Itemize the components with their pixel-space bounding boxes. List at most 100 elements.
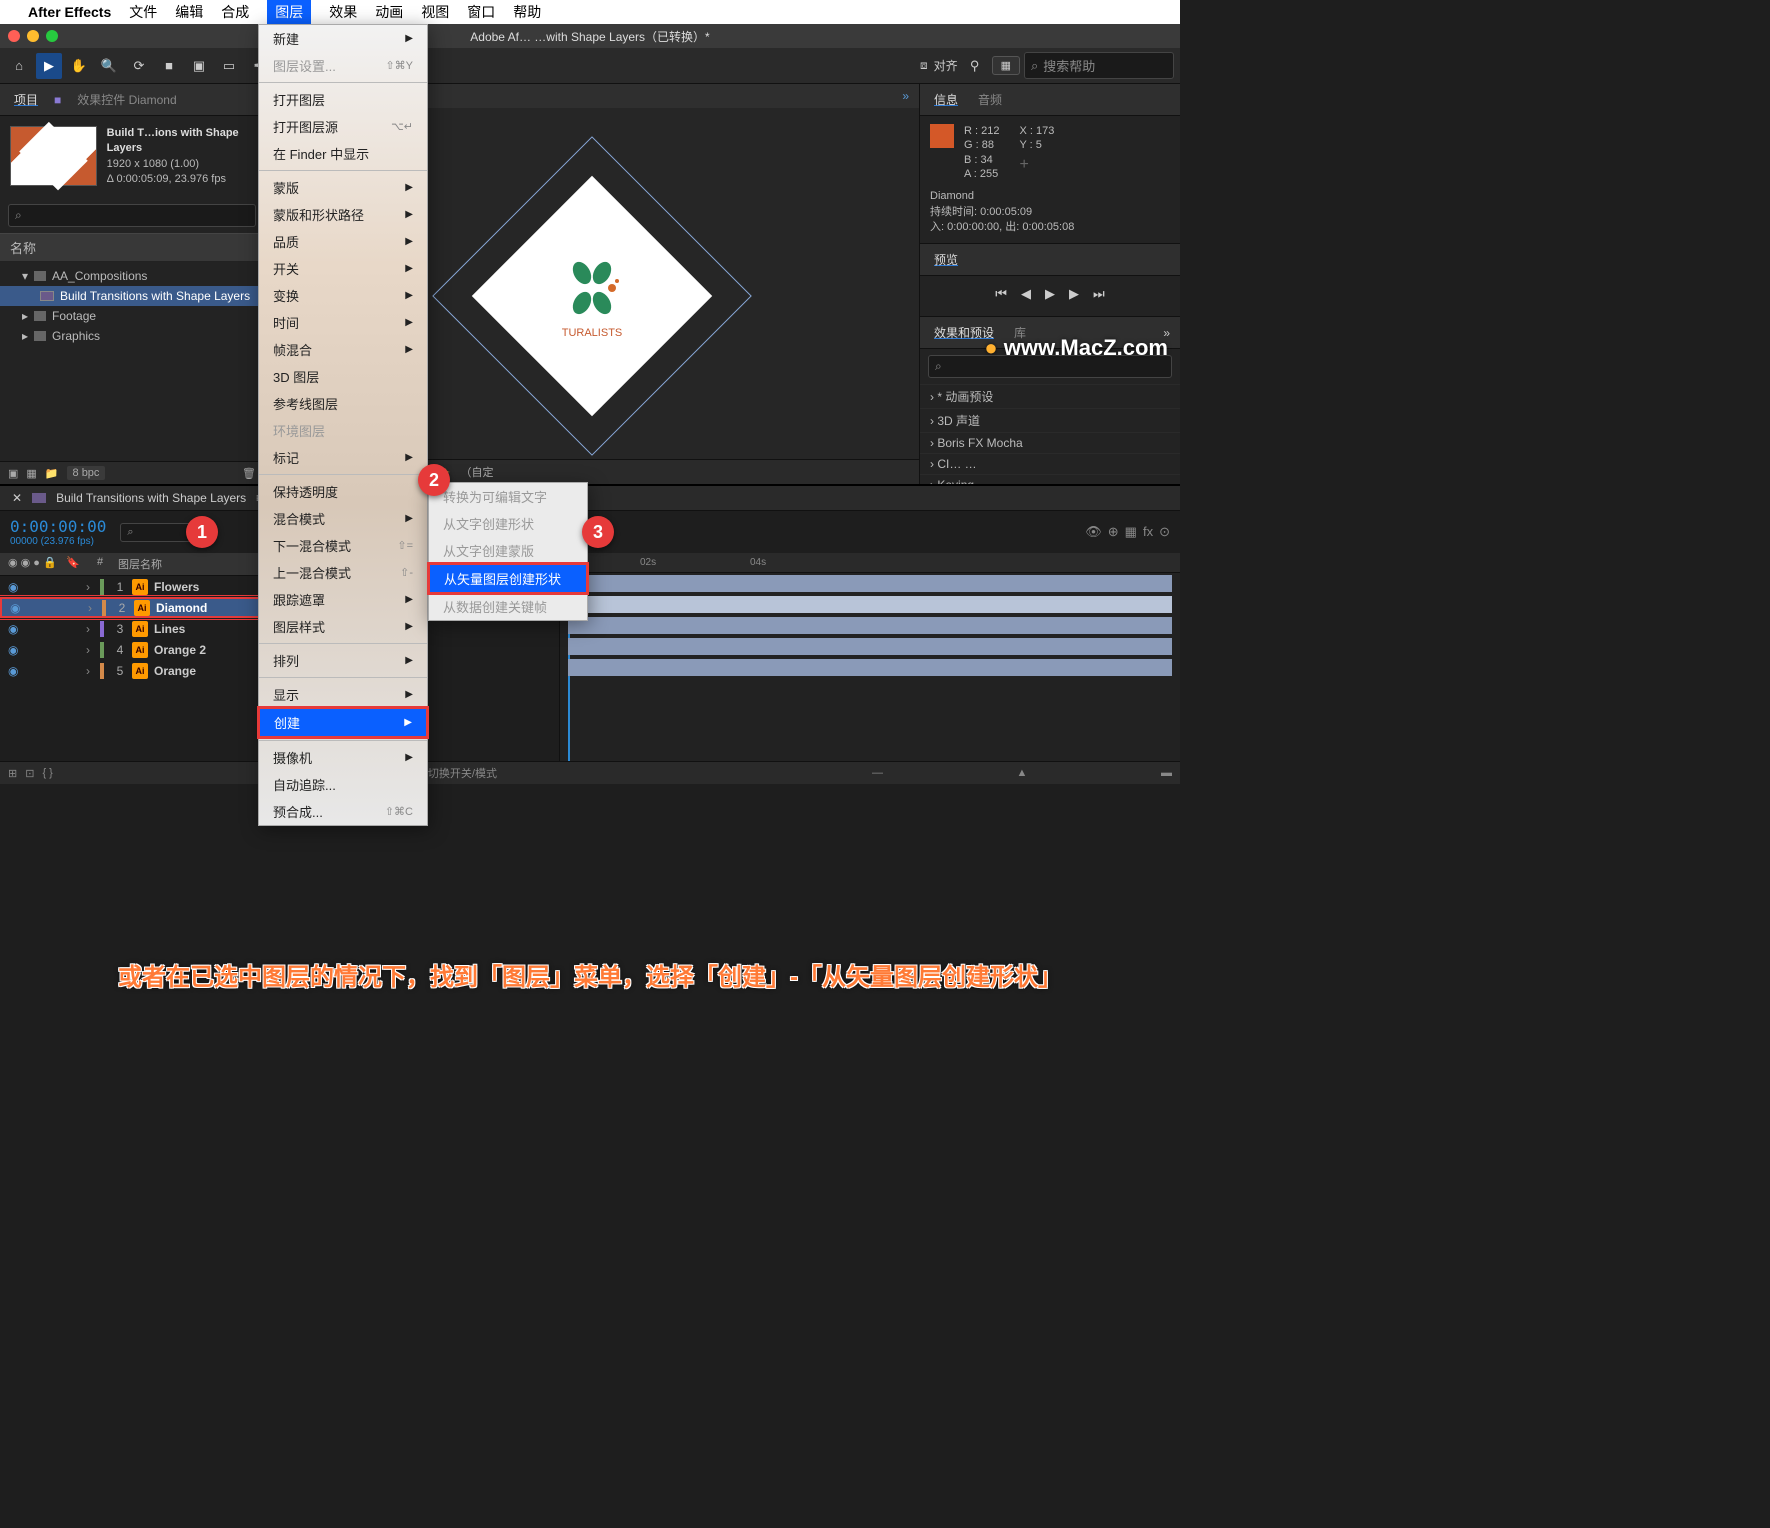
menu-item-preserve-transparency[interactable]: 保持透明度 [259,478,427,505]
menu-item-arrange[interactable]: 排列▶ [259,647,427,674]
menu-layer[interactable]: 图层 [267,0,311,25]
camera-tool[interactable]: ■ [156,53,182,79]
timeline-tracks[interactable]: 02s 04s [560,553,1180,761]
prev-frame-icon[interactable]: ◀ [1021,286,1031,302]
play-icon[interactable]: ▶ [1045,286,1055,302]
tab-info[interactable]: 信息 [930,89,962,110]
preset-item[interactable]: › 3D 声道 [920,408,1180,432]
new-comp-icon[interactable]: ▦ [26,467,36,480]
menu-item-open-source[interactable]: 打开图层源⌥↵ [259,113,427,140]
current-timecode[interactable]: 0:00:00:00 [10,517,106,536]
workspace-button[interactable]: ▦ [992,56,1020,75]
visibility-toggle[interactable]: ◉ [8,664,26,678]
menu-item-guide-layer[interactable]: 参考线图层 [259,390,427,417]
hand-tool[interactable]: ✋ [66,53,92,79]
toggle-brackets-icon[interactable]: { } [42,767,52,779]
minimize-button[interactable] [27,30,39,42]
layer-bar[interactable] [568,596,1172,613]
tab-audio[interactable]: 音频 [974,89,1006,110]
help-search[interactable]: ⌕ 搜索帮助 [1024,52,1174,79]
timeline-comp-name[interactable]: Build Transitions with Shape Layers [56,491,246,505]
menu-item-quality[interactable]: 品质▶ [259,228,427,255]
menu-item-frame-blend[interactable]: 帧混合▶ [259,336,427,363]
submenu-shapes-from-vector[interactable]: 从矢量图层创建形状 [428,563,588,594]
close-button[interactable] [8,30,20,42]
trash-icon[interactable]: 🗑 [242,467,256,480]
menu-item-track-matte[interactable]: 跟踪遮罩▶ [259,586,427,613]
quality-icon[interactable]: ▦ [1125,524,1137,540]
project-search[interactable]: ⌕ [8,204,256,227]
menu-item-mask-shape[interactable]: 蒙版和形状路径▶ [259,201,427,228]
zoom-tool[interactable]: 🔍 [96,53,122,79]
composition-thumbnail[interactable] [10,126,97,186]
menu-edit[interactable]: 编辑 [175,2,203,22]
first-frame-icon[interactable]: ⏮ [995,286,1007,302]
zoom-in-icon[interactable]: ▬ [1161,767,1172,779]
menu-item-camera[interactable]: 摄像机▶ [259,744,427,771]
menu-item-open-layer[interactable]: 打开图层 [259,86,427,113]
snap-icon[interactable]: ⧈ [920,58,928,73]
folder-compositions[interactable]: ▾ AA_Compositions [0,266,264,286]
menu-item-reveal[interactable]: 显示▶ [259,681,427,708]
tab-preview[interactable]: 预览 [930,249,962,270]
fx-icon[interactable]: fx [1143,524,1153,540]
folder-footage[interactable]: ▸ Footage [0,306,264,326]
graph-icon[interactable]: ⊙ [1159,524,1170,540]
home-icon[interactable]: ⌂ [6,53,32,79]
pan-behind-tool[interactable]: ▣ [186,53,212,79]
menu-item-autotrace[interactable]: 自动追踪... [259,771,427,798]
preset-item[interactable]: › * 动画预设 [920,384,1180,408]
new-bin-icon[interactable]: ▣ [8,467,18,480]
maximize-button[interactable] [46,30,58,42]
menu-item-mask[interactable]: 蒙版▶ [259,174,427,201]
last-frame-icon[interactable]: ⏭ [1093,286,1105,302]
shy-icon[interactable]: 👁 [1085,524,1102,540]
visibility-toggle[interactable]: ◉ [8,643,26,657]
toggle-switches-label[interactable]: 切换开关/模式 [61,765,864,781]
menu-item-create[interactable]: 创建▶ [258,707,428,738]
visibility-toggle[interactable]: ◉ [8,622,26,636]
zoom-out-icon[interactable]: — [872,767,883,779]
collapse-icon[interactable]: ⊕ [1108,524,1119,540]
tab-effect-controls[interactable]: 效果控件 Diamond [73,89,180,110]
menu-effect[interactable]: 效果 [329,2,357,22]
toggle-modes-icon[interactable]: ⊡ [25,767,34,780]
resolution-dropdown[interactable]: （自定 [460,464,493,480]
menu-item-precompose[interactable]: 预合成...⇧⌘C [259,798,427,825]
visibility-toggle[interactable]: ◉ [8,580,26,594]
menu-file[interactable]: 文件 [129,2,157,22]
layer-bar[interactable] [568,659,1172,676]
menu-item-switches[interactable]: 开关▶ [259,255,427,282]
search-tool-icon[interactable]: ⚲ [962,53,988,79]
menu-animation[interactable]: 动画 [375,2,403,22]
rect-tool[interactable]: ▭ [216,53,242,79]
close-tab-icon[interactable]: ✕ [12,491,22,505]
menu-item-time[interactable]: 时间▶ [259,309,427,336]
tab-project[interactable]: 项目 [10,89,42,110]
layer-bar[interactable] [568,638,1172,655]
preset-item[interactable]: › Boris FX Mocha [920,432,1180,453]
visibility-toggle[interactable]: ◉ [10,601,28,615]
menu-item-blend-mode[interactable]: 混合模式▶ [259,505,427,532]
menu-view[interactable]: 视图 [421,2,449,22]
toggle-switches-icon[interactable]: ⊞ [8,767,17,780]
composition-item[interactable]: Build Transitions with Shape Layers [0,286,264,306]
zoom-slider[interactable]: ▲ [1017,767,1028,779]
preset-item[interactable]: › CI… … [920,453,1180,474]
menu-item-transform[interactable]: 变换▶ [259,282,427,309]
align-label[interactable]: 对齐 [934,57,958,74]
menu-item-layer-styles[interactable]: 图层样式▶ [259,613,427,640]
selection-tool[interactable]: ▶ [36,53,62,79]
time-ruler[interactable]: 02s 04s [560,553,1180,573]
layer-bar[interactable] [568,575,1172,592]
orbit-tool[interactable]: ⟳ [126,53,152,79]
new-folder-icon[interactable]: 📁 [45,467,59,480]
layer-bar[interactable] [568,617,1172,634]
menu-item-new[interactable]: 新建▶ [259,25,427,52]
next-frame-icon[interactable]: ▶ [1069,286,1079,302]
menu-item-reveal-finder[interactable]: 在 Finder 中显示 [259,140,427,167]
menu-composition[interactable]: 合成 [221,2,249,22]
menu-item-3d-layer[interactable]: 3D 图层 [259,363,427,390]
menu-window[interactable]: 窗口 [467,2,495,22]
menu-item-markers[interactable]: 标记▶ [259,444,427,471]
